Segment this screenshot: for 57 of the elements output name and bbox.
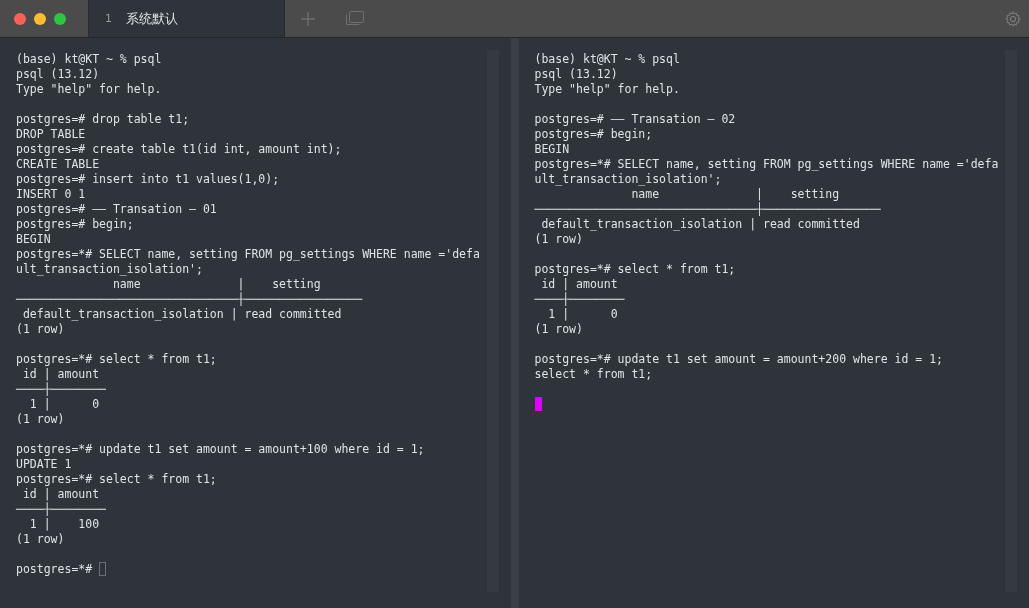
terminal-tab[interactable]: 1 系统默认 bbox=[88, 0, 285, 37]
terminal-line: 1 | 100 bbox=[28, 517, 100, 531]
terminal-line: BEGIN bbox=[534, 142, 570, 156]
close-button[interactable] bbox=[14, 12, 26, 25]
terminal-line: default_transaction_isolation | read committed bbox=[21, 307, 342, 321]
settings-icon[interactable] bbox=[1005, 10, 1021, 27]
terminal-line: (1 row) bbox=[534, 232, 583, 246]
terminal-line: (base) kt@KT ~ % psql bbox=[16, 52, 162, 66]
terminal-line: id | amount bbox=[21, 367, 100, 381]
terminal-line: 1 | 0 bbox=[547, 307, 618, 321]
terminal-line: DROP TABLE bbox=[16, 127, 86, 141]
terminal-line: id | amount bbox=[540, 277, 618, 291]
terminal-line: postgres=# drop table t1; bbox=[16, 112, 190, 126]
terminal-line: postgres=*# select * from t1; bbox=[16, 472, 217, 486]
terminal-line: postgres=# —— Transation — 01 bbox=[16, 202, 217, 216]
window-icon[interactable] bbox=[346, 11, 364, 26]
terminal-line: INSERT 0 1 bbox=[16, 187, 86, 201]
terminal-line: postgres=*# SELECT name, setting FROM pg_settings WHERE name ='defa bbox=[16, 247, 480, 261]
terminal-line: default_transaction_isolation | read committed bbox=[540, 217, 860, 231]
terminal-line: (1 row) bbox=[534, 322, 583, 336]
terminal-line: ────────────────────────────────┼───────────────── bbox=[16, 292, 363, 306]
terminal-line: ────┼──────── bbox=[534, 292, 625, 306]
zoom-button[interactable] bbox=[54, 12, 66, 25]
terminal-line: ult_transaction_isolation'; bbox=[534, 172, 722, 186]
terminal-line: 1 | 0 bbox=[28, 397, 100, 411]
terminal-line: (1 row) bbox=[16, 412, 65, 426]
terminal-line: CREATE TABLE bbox=[16, 157, 100, 171]
terminal-line: postgres=*# select * from t1; bbox=[16, 352, 217, 366]
terminal-line: postgres=*# select * from t1; bbox=[534, 262, 736, 276]
terminal-line: ────┼──────── bbox=[16, 382, 106, 396]
new-tab-icon[interactable] bbox=[301, 11, 315, 26]
terminal-line: postgres=# create table t1(id int, amount int); bbox=[16, 142, 342, 156]
terminal-line: (1 row) bbox=[16, 532, 65, 546]
terminal-line: postgres=*# update t1 set amount = amount+200 where id = 1; bbox=[534, 352, 943, 366]
terminal-line: postgres=# —— Transation — 02 bbox=[534, 112, 736, 126]
terminal-line: postgres=*# SELECT name, setting FROM pg_settings WHERE name ='defa bbox=[534, 157, 999, 171]
terminal-line: ult_transaction_isolation'; bbox=[16, 262, 203, 276]
terminal-line: postgres=# insert into t1 values(1,0); bbox=[16, 172, 280, 186]
terminal-line: ────────────────────────────────┼───────────────── bbox=[534, 202, 881, 216]
terminal-line: ────┼──────── bbox=[16, 502, 106, 516]
terminal-line: Type "help" for help. bbox=[16, 82, 162, 96]
terminal-line: Type "help" for help. bbox=[534, 82, 680, 96]
minimize-button[interactable] bbox=[34, 12, 46, 25]
terminal-line: (1 row) bbox=[16, 322, 65, 336]
terminal-line: postgres=# begin; bbox=[534, 127, 653, 141]
terminal-line: name | setting bbox=[630, 187, 840, 201]
terminal-line: UPDATE 1 bbox=[16, 457, 72, 471]
terminal-line: select * from t1; bbox=[534, 367, 653, 381]
terminal-line: BEGIN bbox=[16, 232, 51, 246]
terminal-line: postgres=# begin; bbox=[16, 217, 134, 231]
terminal-line: id | amount bbox=[21, 487, 100, 501]
terminal-line: psql (13.12) bbox=[534, 67, 618, 81]
terminal-line: postgres=*# bbox=[16, 562, 94, 576]
terminal-line: psql (13.12) bbox=[16, 67, 100, 81]
terminal-line: postgres=*# update t1 set amount = amount+100 where id = 1; bbox=[16, 442, 425, 456]
terminal-line: (base) kt@KT ~ % psql bbox=[534, 52, 680, 66]
terminal-line: name | setting bbox=[111, 277, 321, 291]
